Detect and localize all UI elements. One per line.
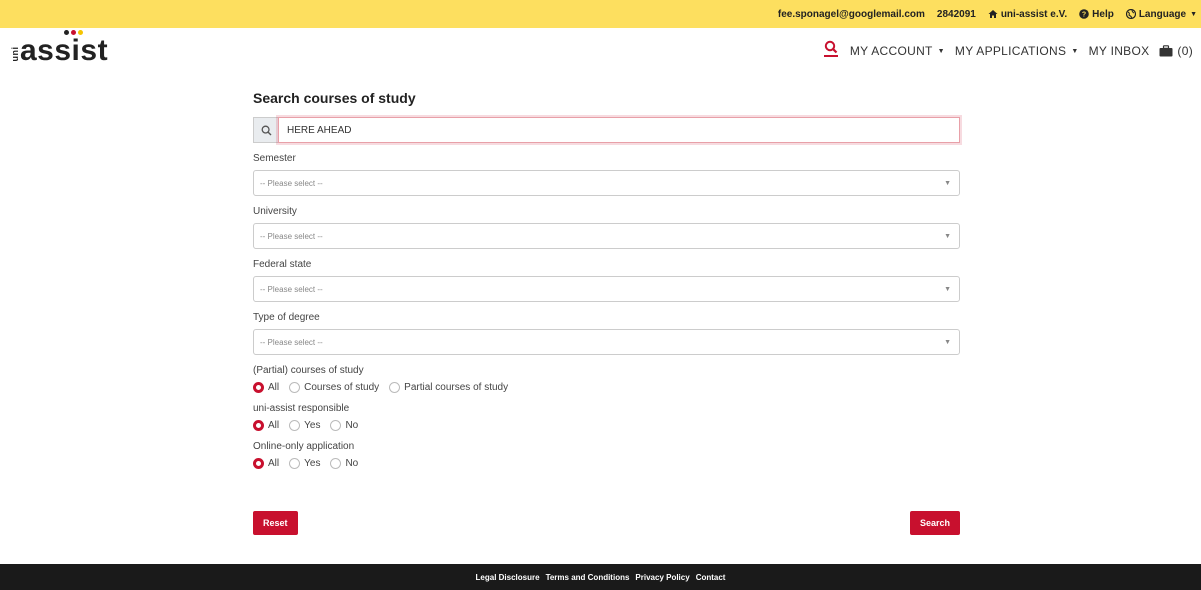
radio-unchecked-icon xyxy=(289,420,301,431)
semester-label: Semester xyxy=(253,153,296,164)
chevron-down-icon: ▼ xyxy=(944,232,951,240)
nav-my-account-label: MY ACCOUNT xyxy=(849,44,933,58)
semester-select[interactable]: -- Please select -- ▼ xyxy=(253,170,960,196)
reset-button[interactable]: Reset xyxy=(253,511,298,535)
logo-dots xyxy=(64,30,83,35)
page-title: Search courses of study xyxy=(253,90,416,106)
search-button[interactable]: Search xyxy=(909,511,960,535)
responsible-radio-label: uni-assist responsible xyxy=(253,403,350,414)
radio-label: All xyxy=(268,420,280,431)
responsible-radio-group: All Yes No xyxy=(253,420,960,431)
top-bar-links: fee.sponagel@googlemail.com 2842091 uni-… xyxy=(778,0,1197,28)
footer-privacy-link[interactable]: Privacy Policy xyxy=(635,573,689,582)
radio-unchecked-icon xyxy=(389,382,401,393)
radio-label: Courses of study xyxy=(304,382,380,393)
radio-unchecked-icon xyxy=(330,458,342,469)
search-active-underline xyxy=(823,55,838,57)
degree-type-select[interactable]: -- Please select -- ▼ xyxy=(253,329,960,355)
federal-state-select-value: -- Please select -- xyxy=(260,284,323,294)
logo-word: assist xyxy=(20,34,109,67)
radio-responsible-no[interactable]: No xyxy=(330,420,358,431)
globe-icon xyxy=(1125,9,1136,19)
footer-contact-link[interactable]: Contact xyxy=(696,573,726,582)
radio-checked-icon xyxy=(253,420,264,431)
radio-unchecked-icon xyxy=(330,420,342,431)
footer: Legal Disclosure Terms and Conditions Pr… xyxy=(0,564,1201,590)
help-icon: ? xyxy=(1079,9,1089,19)
search-form: Search courses of study Semester -- Plea… xyxy=(253,90,960,469)
radio-responsible-all[interactable]: All xyxy=(253,420,279,431)
radio-online-yes[interactable]: Yes xyxy=(289,458,320,469)
radio-label: Yes xyxy=(304,420,321,431)
svg-text:?: ? xyxy=(1082,12,1086,19)
radio-online-no[interactable]: No xyxy=(330,458,358,469)
semester-select-value: -- Please select -- xyxy=(260,178,323,188)
radio-label: Yes xyxy=(304,458,321,469)
radio-checked-icon xyxy=(253,458,264,469)
chevron-down-icon: ▼ xyxy=(944,179,951,187)
top-bar: fee.sponagel@googlemail.com 2842091 uni-… xyxy=(0,0,1201,28)
federal-state-label: Federal state xyxy=(253,259,312,270)
briefcase-icon xyxy=(1159,45,1173,57)
nav-my-applications-label: MY APPLICATIONS xyxy=(954,44,1067,58)
search-icon xyxy=(824,40,838,54)
radio-label: No xyxy=(345,458,359,469)
chevron-down-icon: ▼ xyxy=(944,338,951,346)
user-id: 2842091 xyxy=(936,8,976,20)
university-label: University xyxy=(253,206,297,217)
nav-cart[interactable]: (0) xyxy=(1159,44,1193,58)
courses-radio-group: All Courses of study Partial courses of … xyxy=(253,382,960,393)
nav-search[interactable] xyxy=(822,40,840,62)
online-radio-group: All Yes No xyxy=(253,458,960,469)
radio-courses-partial[interactable]: Partial courses of study xyxy=(389,382,508,393)
form-actions: Reset Search xyxy=(253,511,960,535)
degree-type-label: Type of degree xyxy=(253,312,320,323)
help-label: Help xyxy=(1092,8,1114,20)
radio-responsible-yes[interactable]: Yes xyxy=(289,420,320,431)
radio-label: Partial courses of study xyxy=(404,382,509,393)
language-dropdown[interactable]: Language ▼ xyxy=(1125,8,1197,20)
radio-checked-icon xyxy=(253,382,264,393)
chevron-down-icon: ▼ xyxy=(937,47,945,55)
cart-count: (0) xyxy=(1177,44,1193,58)
radio-unchecked-icon xyxy=(289,382,301,393)
main-nav: MY ACCOUNT ▼ MY APPLICATIONS ▼ MY INBOX … xyxy=(822,40,1193,62)
radio-label: All xyxy=(268,382,280,393)
degree-type-select-value: -- Please select -- xyxy=(260,337,323,347)
search-input[interactable] xyxy=(278,117,960,143)
nav-my-inbox[interactable]: MY INBOX xyxy=(1089,44,1150,58)
university-select[interactable]: -- Please select -- ▼ xyxy=(253,223,960,249)
radio-label: All xyxy=(268,458,280,469)
courses-radio-label: (Partial) courses of study xyxy=(253,365,364,376)
university-select-value: -- Please select -- xyxy=(260,231,323,241)
radio-online-all[interactable]: All xyxy=(253,458,279,469)
footer-legal-link[interactable]: Legal Disclosure xyxy=(476,573,540,582)
uni-assist-logo[interactable]: uni assist xyxy=(8,30,109,67)
org-label: uni-assist e.V. xyxy=(1000,8,1068,20)
radio-courses-courses[interactable]: Courses of study xyxy=(289,382,379,393)
language-label: Language xyxy=(1138,8,1187,20)
chevron-down-icon: ▼ xyxy=(1071,47,1079,55)
search-row xyxy=(253,117,960,143)
user-email[interactable]: fee.sponagel@googlemail.com xyxy=(778,9,925,20)
search-icon xyxy=(261,125,271,135)
radio-label: No xyxy=(345,420,359,431)
chevron-down-icon: ▼ xyxy=(1190,10,1197,18)
nav-my-inbox-label: MY INBOX xyxy=(1088,44,1150,58)
chevron-down-icon: ▼ xyxy=(944,285,951,293)
radio-courses-all[interactable]: All xyxy=(253,382,279,393)
search-addon xyxy=(253,117,278,143)
radio-unchecked-icon xyxy=(289,458,301,469)
search-nav-wrap xyxy=(822,40,840,62)
logo-wordmark: assist xyxy=(20,30,109,67)
nav-my-account[interactable]: MY ACCOUNT ▼ xyxy=(850,44,945,58)
nav-my-applications[interactable]: MY APPLICATIONS ▼ xyxy=(955,44,1079,58)
help-link[interactable]: ? Help xyxy=(1079,9,1114,20)
org-link[interactable]: uni-assist e.V. xyxy=(988,9,1067,20)
online-radio-label: Online-only application xyxy=(253,441,355,452)
footer-terms-link[interactable]: Terms and Conditions xyxy=(546,573,630,582)
federal-state-select[interactable]: -- Please select -- ▼ xyxy=(253,276,960,302)
home-icon xyxy=(988,10,998,18)
